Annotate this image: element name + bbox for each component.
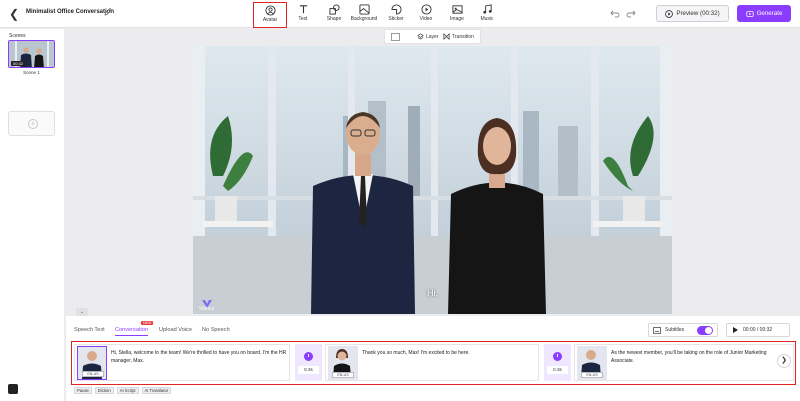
plus-icon: + bbox=[28, 119, 38, 129]
video-icon bbox=[420, 4, 432, 15]
tool-label-sticker: Sticker bbox=[388, 16, 404, 22]
redo-icon[interactable] bbox=[626, 9, 636, 19]
back-arrow-icon[interactable]: ❮ bbox=[9, 7, 21, 21]
script-tools: Pause Diction AI Script AI Translator bbox=[74, 387, 172, 394]
project-title[interactable]: Minimalist Office Conversation bbox=[26, 9, 114, 15]
watermark-text: Vidnoz bbox=[199, 306, 215, 312]
canvas-toolbar: Layer Transition bbox=[384, 29, 481, 44]
layer-icon bbox=[417, 33, 424, 40]
pause-block[interactable]: 0.3s bbox=[544, 344, 571, 381]
audio-player: 00:00 / 00:32 bbox=[726, 323, 790, 337]
tool-sticker[interactable]: Sticker bbox=[379, 2, 413, 28]
tool-image[interactable]: Image bbox=[440, 2, 474, 28]
clip-script-text[interactable]: Thank you so much, Max! I'm excited to b… bbox=[362, 349, 536, 357]
scene-name: Scene 1 bbox=[23, 70, 40, 75]
tool-label-avatar: Avatar bbox=[262, 17, 278, 23]
help-chat-icon[interactable] bbox=[8, 384, 18, 394]
avatar[interactable]: EN-US bbox=[77, 346, 107, 380]
tool-text[interactable]: Text bbox=[286, 2, 320, 28]
diction-chip[interactable]: Diction bbox=[94, 387, 114, 394]
generate-label: Generate bbox=[756, 10, 783, 17]
scenes-title: Scenes bbox=[9, 33, 26, 39]
office-scene-image bbox=[193, 46, 672, 314]
clock-icon bbox=[304, 352, 313, 361]
conversation-clip[interactable]: EN-US Hi, Stella, welcome to the team! W… bbox=[74, 344, 290, 381]
preview-play-icon bbox=[665, 9, 674, 18]
clock-icon bbox=[553, 352, 562, 361]
conversation-clip[interactable]: EN-US Thank you so much, Max! I'm excite… bbox=[325, 344, 539, 381]
avatar[interactable]: EN-US bbox=[328, 346, 358, 380]
tab-no-speech[interactable]: No Speech bbox=[202, 327, 230, 333]
background-icon bbox=[358, 4, 370, 15]
clip-script-text[interactable]: Hi, Stella, welcome to the team! We're t… bbox=[111, 349, 287, 365]
transition-icon bbox=[443, 33, 450, 40]
undo-icon[interactable] bbox=[610, 9, 620, 19]
ai-translator-chip[interactable]: AI Translator bbox=[141, 387, 172, 394]
avatar-icon bbox=[264, 5, 276, 16]
preview-label: Preview (00:32) bbox=[676, 10, 720, 17]
tool-label-music: Music bbox=[480, 16, 494, 22]
language-badge[interactable]: EN-US bbox=[581, 372, 603, 378]
tool-label-video: Video bbox=[419, 16, 433, 22]
pause-duration[interactable]: 0.3s bbox=[547, 366, 568, 374]
sticker-icon bbox=[390, 4, 402, 15]
play-icon[interactable] bbox=[733, 327, 738, 333]
transition-button[interactable]: Transition bbox=[443, 33, 474, 40]
layer-button[interactable]: Layer bbox=[417, 33, 439, 40]
tool-shape[interactable]: Shape bbox=[317, 2, 351, 28]
clip-script-text[interactable]: As the newest member, you'll be taking o… bbox=[611, 349, 781, 365]
new-badge: NEW bbox=[141, 321, 154, 325]
pause-block[interactable]: 0.3s bbox=[295, 344, 322, 381]
music-icon bbox=[482, 4, 492, 14]
edit-pencil-icon[interactable] bbox=[103, 7, 113, 17]
generate-icon bbox=[745, 10, 754, 17]
tool-label-shape: Shape bbox=[326, 16, 342, 22]
pause-chip[interactable]: Pause bbox=[74, 387, 92, 394]
tool-background[interactable]: Background bbox=[347, 2, 381, 28]
time-display: 00:00 / 00:32 bbox=[743, 327, 773, 333]
scene-duration: 00:32 bbox=[11, 61, 26, 66]
transition-label: Transition bbox=[452, 33, 474, 40]
preview-button[interactable]: Preview (00:32) bbox=[656, 5, 729, 22]
tool-avatar[interactable]: Avatar bbox=[253, 2, 287, 28]
background-color-swatch[interactable] bbox=[391, 33, 400, 41]
stage-subtitle: Hi, bbox=[427, 288, 438, 298]
conversation-timeline: EN-US Hi, Stella, welcome to the team! W… bbox=[71, 341, 796, 385]
conversation-clip[interactable]: EN-US As the newest member, you'll be ta… bbox=[574, 344, 794, 381]
tab-conversation[interactable]: Conversation bbox=[115, 327, 148, 336]
scene-thumbnail[interactable]: 00:32 bbox=[8, 40, 55, 68]
scenes-sidebar: Scenes 00:32 Scene 1 + bbox=[0, 29, 64, 401]
tool-label-image: Image bbox=[450, 16, 464, 22]
video-stage[interactable]: Vidnoz Hi, bbox=[193, 46, 672, 314]
collapse-panel-chevron-icon[interactable]: ⌄ bbox=[76, 308, 88, 316]
tab-upload-voice[interactable]: Upload Voice bbox=[159, 327, 192, 333]
ai-script-chip[interactable]: AI Script bbox=[116, 387, 139, 394]
next-arrow-icon[interactable]: ❯ bbox=[777, 354, 791, 368]
script-panel: Speech Text Conversation NEW Upload Voic… bbox=[66, 316, 800, 401]
tool-label-text: Text bbox=[298, 16, 308, 22]
subtitles-icon bbox=[653, 326, 661, 334]
shape-icon bbox=[328, 4, 340, 15]
top-bar: ❮ Minimalist Office Conversation Avatar … bbox=[0, 0, 800, 28]
add-scene-button[interactable]: + bbox=[8, 111, 55, 136]
tool-label-background: Background bbox=[350, 16, 378, 22]
tab-speech-text[interactable]: Speech Text bbox=[74, 327, 105, 333]
tool-video[interactable]: Video bbox=[409, 2, 443, 28]
subtitles-toggle-group: Subtitles bbox=[648, 323, 718, 337]
avatar[interactable]: EN-US bbox=[577, 346, 607, 380]
subtitles-label: Subtitles bbox=[665, 327, 685, 333]
image-icon bbox=[451, 5, 463, 14]
generate-button[interactable]: Generate bbox=[737, 5, 791, 22]
language-badge[interactable]: EN-US bbox=[332, 372, 354, 378]
layer-label: Layer bbox=[426, 33, 439, 40]
language-badge[interactable]: EN-US bbox=[82, 371, 104, 377]
tool-music[interactable]: Music bbox=[470, 2, 504, 28]
subtitles-toggle[interactable] bbox=[697, 326, 713, 335]
pause-duration[interactable]: 0.3s bbox=[298, 366, 319, 374]
text-icon bbox=[299, 5, 307, 14]
